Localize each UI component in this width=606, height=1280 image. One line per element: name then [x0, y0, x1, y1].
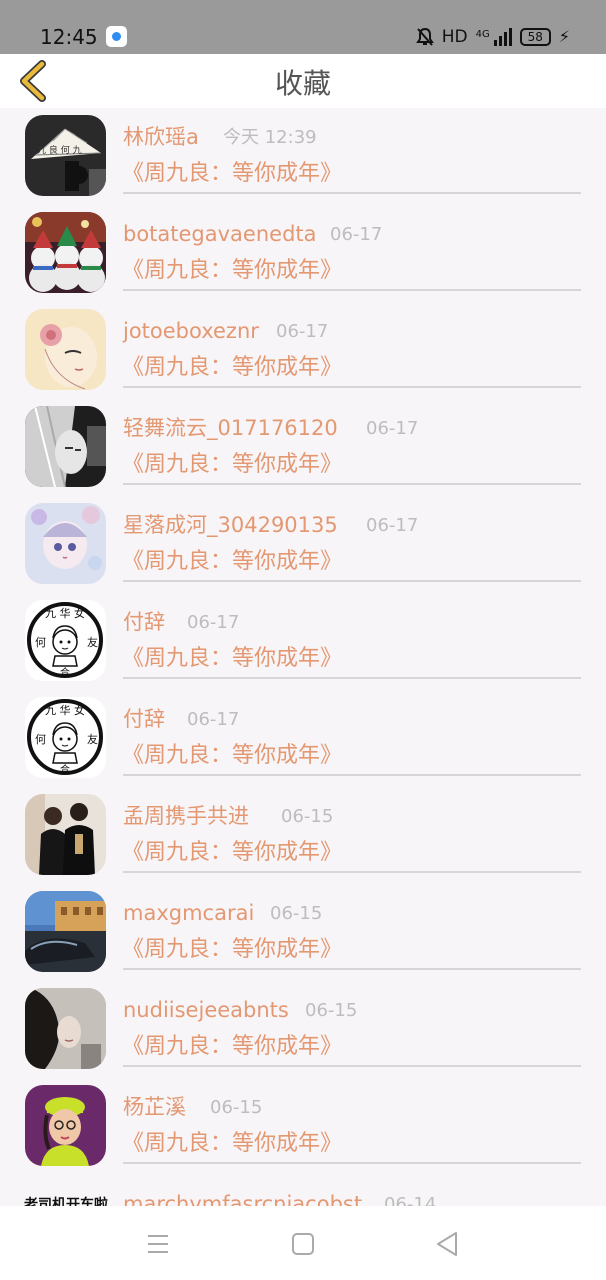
item-divider	[123, 1162, 581, 1164]
favorites-list: 九 良 何 九 林欣瑶a 今天 12:39 《周九良：等你成年》 botateg…	[0, 108, 606, 1206]
item-name[interactable]: maxgmcarai	[123, 899, 254, 927]
item-time: 06-17	[366, 418, 419, 439]
item-name[interactable]: marchymfasrcniacobst	[123, 1190, 362, 1206]
item-time: 06-17	[187, 709, 240, 730]
item-subject[interactable]: 《周九良：等你成年》	[122, 644, 342, 674]
list-item[interactable]: maxgmcarai 06-15 《周九良：等你成年》	[0, 884, 606, 981]
item-name[interactable]: 轻舞流云_017176120	[123, 414, 338, 442]
item-name[interactable]: botategavaenedta	[123, 220, 317, 248]
bell-off-icon	[415, 27, 434, 46]
item-divider	[123, 774, 581, 776]
item-subject[interactable]: 《周九良：等你成年》	[122, 547, 342, 577]
item-divider	[123, 580, 581, 582]
ring-text-left: 何	[35, 636, 46, 649]
hd-label: HD	[441, 27, 468, 47]
home-square-icon[interactable]	[285, 1226, 321, 1262]
network-label: 4G	[475, 29, 490, 40]
signal-icon: 4G	[476, 28, 512, 46]
item-subject[interactable]: 《周九良：等你成年》	[122, 741, 342, 771]
item-name[interactable]: 杨芷溪	[123, 1093, 186, 1121]
item-subject[interactable]: 《周九良：等你成年》	[122, 256, 342, 286]
item-subject[interactable]: 《周九良：等你成年》	[122, 1032, 342, 1062]
item-divider	[123, 871, 581, 873]
item-name[interactable]: 林欣瑶a	[123, 123, 199, 151]
item-time: 06-17	[187, 612, 240, 633]
avatar-ring-text[interactable]: 九 华 女 何 友 合	[25, 697, 106, 778]
item-subject[interactable]: 《周九良：等你成年》	[122, 1129, 342, 1159]
avatar-text[interactable]: 老司机开车啦	[0, 1182, 120, 1206]
item-time: 06-15	[305, 1000, 358, 1021]
app-notification-icon	[106, 26, 127, 47]
item-time: 06-17	[276, 321, 329, 342]
ring-text-top: 九 华 女	[45, 703, 85, 717]
avatar-cartoon-girl[interactable]	[25, 1085, 106, 1166]
back-triangle-icon[interactable]	[430, 1226, 466, 1262]
item-time: 06-15	[210, 1097, 263, 1118]
item-divider	[123, 386, 581, 388]
list-item[interactable]: botategavaenedta 06-17 《周九良：等你成年》	[0, 205, 606, 302]
avatar-snowmen[interactable]	[25, 212, 106, 293]
battery-icon: 58	[519, 28, 551, 46]
avatar-anime-girl[interactable]	[25, 503, 106, 584]
item-time: 06-14	[384, 1194, 437, 1206]
charging-bolt-icon: ⚡	[558, 27, 570, 46]
item-divider	[123, 483, 581, 485]
item-subject[interactable]: 《周九良：等你成年》	[122, 838, 342, 868]
header: 收藏	[0, 54, 606, 108]
item-time: 06-17	[330, 224, 383, 245]
item-subject[interactable]: 《周九良：等你成年》	[122, 353, 342, 383]
list-item[interactable]: 孟周携手共进 06-15 《周九良：等你成年》	[0, 787, 606, 884]
item-subject[interactable]: 《周九良：等你成年》	[122, 450, 342, 480]
item-divider	[123, 192, 581, 194]
item-divider	[123, 289, 581, 291]
item-divider	[123, 1065, 581, 1067]
item-subject[interactable]: 《周九良：等你成年》	[122, 935, 342, 965]
list-item[interactable]: 星落成河_304290135 06-17 《周九良：等你成年》	[0, 496, 606, 593]
item-name[interactable]: 付辞	[123, 608, 165, 636]
item-name[interactable]: 孟周携手共进	[123, 802, 249, 830]
list-item[interactable]: 九 华 女 何 友 合 付辞 06-17 《周九良：等你成年》	[0, 690, 606, 787]
page-title: 收藏	[274, 67, 331, 100]
ring-text-bottom: 合	[60, 763, 70, 776]
avatar-ring-text[interactable]: 九 华 女 何 友 合	[25, 600, 106, 681]
item-time: 今天 12:39	[223, 127, 317, 148]
item-name[interactable]: 付辞	[123, 705, 165, 733]
list-item[interactable]: 九 良 何 九 林欣瑶a 今天 12:39 《周九良：等你成年》	[0, 108, 606, 205]
menu-icon[interactable]	[140, 1226, 176, 1262]
avatar-caption: 老司机开车啦	[24, 1197, 108, 1206]
status-time: 12:45	[40, 25, 98, 49]
ring-text-right: 友	[87, 732, 98, 746]
ring-text-top: 九 华 女	[45, 606, 85, 620]
ring-text-bottom: 合	[60, 666, 70, 679]
item-time: 06-17	[366, 515, 419, 536]
list-item[interactable]: 九 华 女 何 友 合 付辞 06-17 《周九良：等你成年》	[0, 593, 606, 690]
list-item[interactable]: 杨芷溪 06-15 《周九良：等你成年》	[0, 1078, 606, 1175]
svg-text:九 良 何 九: 九 良 何 九	[37, 144, 82, 156]
item-time: 06-15	[281, 806, 334, 827]
avatar-anime-girl-flower[interactable]	[25, 309, 106, 390]
list-item[interactable]: 老司机开车啦 marchymfasrcniacobst 06-14	[0, 1175, 606, 1206]
item-name[interactable]: nudiisejeeabnts	[123, 996, 289, 1024]
ring-text-left: 何	[35, 733, 46, 746]
item-divider	[123, 968, 581, 970]
navigation-bar	[0, 1206, 606, 1280]
item-divider	[123, 677, 581, 679]
status-icons: HD 4G 58 ⚡	[415, 24, 570, 50]
avatar-two-people[interactable]	[25, 794, 106, 875]
item-name[interactable]: jotoeboxeznr	[123, 317, 259, 345]
item-subject[interactable]: 《周九良：等你成年》	[122, 159, 342, 189]
avatar-dark-hair[interactable]	[25, 406, 106, 487]
list-item[interactable]: 轻舞流云_017176120 06-17 《周九良：等你成年》	[0, 399, 606, 496]
avatar-street-car[interactable]	[25, 891, 106, 972]
list-item[interactable]: nudiisejeeabnts 06-15 《周九良：等你成年》	[0, 981, 606, 1078]
item-time: 06-15	[270, 903, 323, 924]
avatar-fan[interactable]: 九 良 何 九	[25, 115, 106, 196]
status-bar: 12:45 HD 4G 58 ⚡	[0, 0, 606, 54]
avatar-girl-photo[interactable]	[25, 988, 106, 1069]
list-item[interactable]: jotoeboxeznr 06-17 《周九良：等你成年》	[0, 302, 606, 399]
ring-text-right: 友	[87, 635, 98, 649]
item-name[interactable]: 星落成河_304290135	[123, 511, 338, 539]
